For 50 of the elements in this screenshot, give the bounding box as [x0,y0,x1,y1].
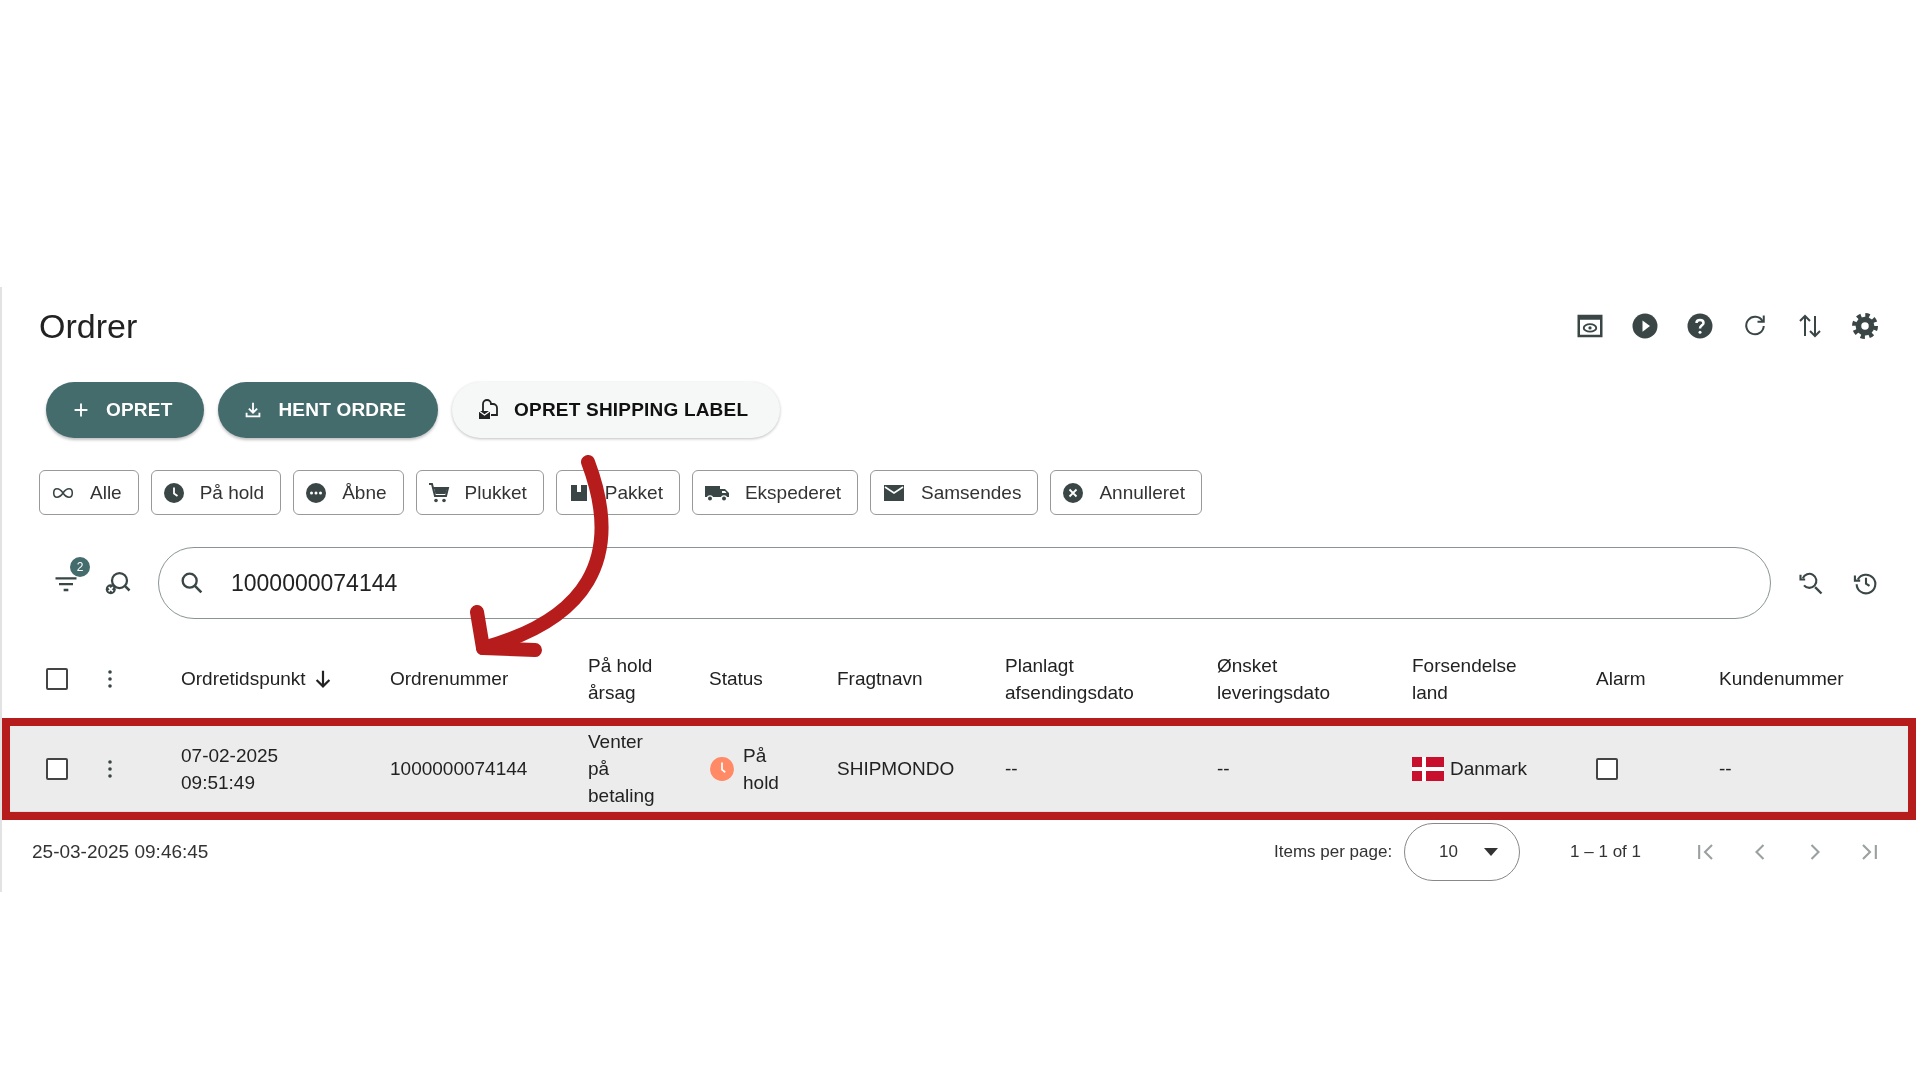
dropdown-caret-icon [1484,848,1499,856]
table-cell-text: 1000000074144 [390,757,529,781]
shipping-label-button[interactable]: OPRET SHIPPING LABEL [452,382,781,438]
table-cell: Danmark [1450,757,1528,780]
mailbox-icon [476,398,501,422]
fetch-orders-button[interactable]: HENT ORDRE [218,382,439,438]
column-header[interactable]: Status [709,665,763,692]
close-circle-icon [1061,480,1086,505]
flag-icon [1412,756,1444,781]
column-header[interactable]: Ønsket leveringsdato [1217,651,1367,706]
column-header[interactable]: På hold årsag [588,651,663,706]
column-header[interactable]: Kundenummer [1719,665,1844,692]
status-filter-chip[interactable]: På hold [150,470,282,515]
clock-icon [161,480,186,505]
column-header[interactable]: Planlagt afsendingsdato [1005,651,1205,706]
status-filter-chip[interactable]: Samsendes [870,470,1039,515]
table-cell-text: Venter på betaling [588,730,656,808]
column-header[interactable]: Fragtnavn [837,665,923,692]
page-range-text: 1 – 1 of 1 [1570,842,1641,862]
cart-icon [426,480,451,505]
table-row[interactable]: 07-02-2025 09:51:49 1000000074144 Venter på betaling På hold SHIPMONDO -- -- Danmark -- [10,726,1908,812]
status-filter-chip[interactable]: Alle [39,470,139,515]
column-header[interactable]: Alarm [1596,665,1646,692]
table-cell-text: -- [1719,757,1733,781]
settings-icon[interactable] [1850,311,1880,341]
checkbox[interactable] [1596,757,1618,780]
checkbox[interactable] [46,667,68,690]
filter-count-badge: 2 [70,557,90,577]
clock-icon [709,755,735,782]
status-text: På hold [743,743,780,795]
status-filter-chip[interactable]: Ekspederet [691,470,859,515]
column-header[interactable]: Ordretidspunkt [181,665,306,692]
table-cell-text: 07-02-2025 09:51:49 [181,743,280,795]
column-header[interactable]: Ordrenummer [390,665,509,692]
column-header[interactable]: Forsendelse land [1412,651,1552,706]
create-button[interactable]: OPRET [46,382,205,438]
status-filter-chip[interactable]: Plukket [415,470,544,515]
timestamp-text: 25-03-2025 09:46:45 [32,841,210,863]
checkbox[interactable] [46,757,68,780]
table-cell-text: -- [1217,757,1231,781]
search-field[interactable]: 1000000074144 [158,547,1771,619]
items-per-page-label: Items per page: [1274,842,1393,862]
dots-icon [304,480,329,505]
play-icon[interactable] [1630,311,1660,341]
table-cell-text: SHIPMONDO [837,757,956,781]
status-filter-chip[interactable]: Åbne [293,470,404,515]
page-title: Ordrer [39,306,138,346]
status-filter-chip[interactable]: Annulleret [1050,470,1202,515]
table-cell-text: -- [1005,757,1019,781]
help-icon[interactable] [1685,311,1715,341]
